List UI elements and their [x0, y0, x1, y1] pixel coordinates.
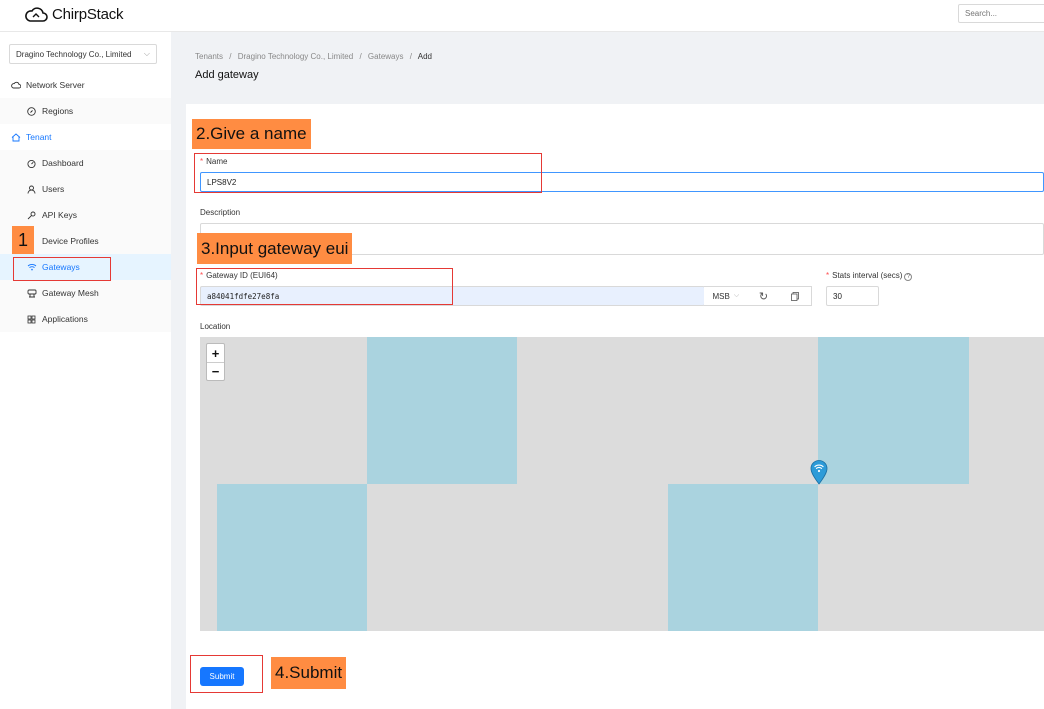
stats-interval-input[interactable]: 30: [826, 286, 879, 306]
map-tile-water: [367, 337, 517, 484]
brand-name: ChirpStack: [52, 5, 124, 23]
annotation-step-4: 4.Submit: [271, 657, 347, 689]
zoom-out-button[interactable]: −: [207, 362, 224, 380]
breadcrumb-tenants[interactable]: Tenants: [195, 52, 223, 61]
top-header: ChirpStack: [0, 0, 1044, 32]
chevron-down-icon: ⌵: [143, 49, 150, 58]
dashboard-icon: [26, 158, 37, 169]
breadcrumb-current: Add: [417, 52, 432, 61]
sidebar-item-label: Regions: [42, 106, 74, 116]
zoom-in-button[interactable]: +: [207, 344, 224, 362]
stats-interval-label: * Stats interval (secs)?: [826, 271, 913, 281]
cloud-logo-icon: [25, 7, 48, 22]
breadcrumb-separator: /: [229, 52, 232, 61]
tenant-select-value: Dragino Technology Co., Limited: [16, 50, 132, 59]
stats-interval-value: 30: [833, 291, 842, 301]
breadcrumb-tenant[interactable]: Dragino Technology Co., Limited: [238, 52, 353, 61]
annotation-box-eui: [196, 268, 453, 305]
map-zoom-control: + −: [206, 343, 225, 381]
home-icon: [10, 132, 21, 143]
annotation-box-name: [194, 153, 542, 193]
breadcrumb-gateways[interactable]: Gateways: [368, 52, 404, 61]
sidebar-item-regions[interactable]: Regions: [0, 98, 171, 124]
byte-order-select[interactable]: MSB ⌵: [704, 287, 748, 305]
copy-icon[interactable]: [779, 287, 811, 305]
grid-icon: [26, 314, 37, 325]
map-tile-water: [818, 337, 969, 484]
breadcrumb-separator: /: [359, 52, 362, 61]
sidebar-item-label: Applications: [42, 314, 88, 324]
sidebar-item-network-server[interactable]: Network Server: [0, 72, 171, 98]
annotation-step-3: 3.Input gateway eui: [197, 233, 353, 264]
sidebar-item-label: Dashboard: [42, 158, 84, 168]
tenant-select[interactable]: Dragino Technology Co., Limited ⌵: [9, 44, 157, 64]
chevron-down-icon: ⌵: [733, 292, 740, 299]
help-icon[interactable]: ?: [904, 273, 913, 281]
chirpstack-logo[interactable]: ChirpStack: [24, 4, 124, 24]
sidebar-item-applications[interactable]: Applications: [0, 306, 171, 332]
sidebar-item-label: Gateway Mesh: [42, 288, 99, 298]
gateway-marker-icon[interactable]: [809, 459, 829, 485]
sidebar-item-label: Device Profiles: [42, 236, 99, 246]
sidebar-menu: Network Server Regions Tenant Dashboard …: [0, 72, 171, 332]
sidebar-item-tenant[interactable]: Tenant: [0, 124, 171, 150]
sidebar-item-gateway-mesh[interactable]: Gateway Mesh: [0, 280, 171, 306]
annotation-box-gateways: [13, 257, 111, 281]
map-tile-water: [668, 484, 818, 631]
key-icon: [26, 210, 37, 221]
sidebar-item-label: Network Server: [26, 80, 85, 90]
cloud-icon: [10, 80, 21, 91]
compass-icon: [26, 106, 37, 117]
description-label: Description: [200, 208, 241, 217]
sidebar-item-label: Tenant: [26, 132, 52, 142]
sidebar: Dragino Technology Co., Limited ⌵ Networ…: [0, 32, 171, 709]
sidebar-item-api-keys[interactable]: API Keys: [0, 202, 171, 228]
sidebar-item-label: API Keys: [42, 210, 77, 220]
sidebar-item-label: Users: [42, 184, 65, 194]
mesh-icon: [26, 288, 37, 299]
location-label: Location: [200, 322, 231, 331]
required-marker: *: [826, 271, 830, 280]
sidebar-item-users[interactable]: Users: [0, 176, 171, 202]
breadcrumb: Tenants / Dragino Technology Co., Limite…: [195, 52, 432, 61]
sidebar-item-dashboard[interactable]: Dashboard: [0, 150, 171, 176]
breadcrumb-separator: /: [409, 52, 412, 61]
annotation-step-2: 2.Give a name: [192, 119, 311, 149]
annotation-box-submit: [190, 655, 263, 693]
map-tile-water: [217, 484, 367, 631]
search-input[interactable]: [958, 4, 1044, 23]
gateway-eui-addons: MSB ⌵ ↻: [704, 286, 812, 306]
refresh-icon[interactable]: ↻: [748, 287, 780, 305]
page-title: Add gateway: [195, 69, 259, 81]
user-icon: [26, 184, 37, 195]
location-map[interactable]: + −: [200, 337, 1044, 631]
byte-order-value: MSB: [712, 291, 730, 301]
annotation-step-1: 1: [12, 226, 34, 254]
